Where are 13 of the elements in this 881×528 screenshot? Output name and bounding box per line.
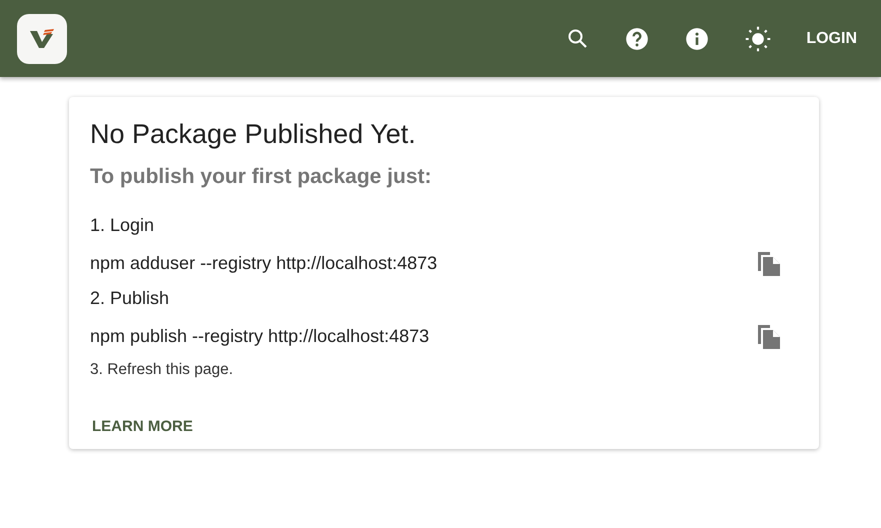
logo-icon[interactable]	[17, 14, 67, 64]
card-title: No Package Published Yet.	[90, 119, 417, 150]
step-label: 2. Publish	[90, 288, 170, 309]
learn-more-button[interactable]: LEARN MORE	[86, 417, 199, 436]
command-text: npm adduser --registry http://localhost:4873	[90, 252, 438, 274]
brightness-icon[interactable]	[744, 24, 772, 52]
info-icon[interactable]	[684, 26, 710, 52]
command-text: npm publish --registry http://localhost:4873	[90, 326, 430, 346]
login-button[interactable]: LOGIN	[806, 30, 857, 48]
card-subtitle: To publish your first package just:	[90, 165, 432, 189]
step-label: 1. Login	[90, 215, 156, 236]
step-note: 3. Refresh this page.	[90, 361, 234, 379]
help-icon[interactable]	[624, 26, 650, 52]
